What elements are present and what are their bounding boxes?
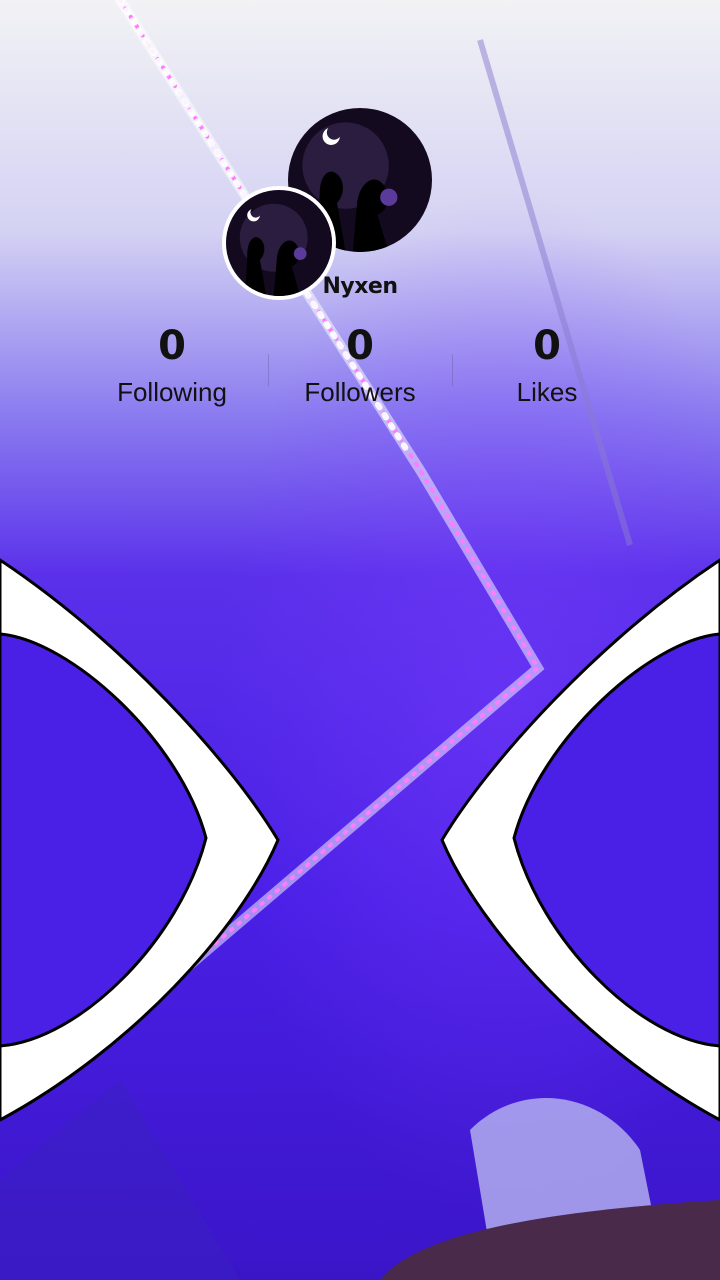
likes-label: Likes [516, 377, 578, 407]
followers-label: Followers [304, 377, 416, 407]
stat-likes[interactable]: 0 Likes [457, 322, 637, 410]
stat-followers[interactable]: 0 Followers [270, 322, 450, 410]
username: Nyxen [322, 274, 398, 299]
likes-count: 0 [533, 323, 561, 369]
followers-count: 0 [346, 323, 374, 369]
following-count: 0 [158, 323, 186, 369]
following-label: Following [117, 377, 227, 407]
stat-divider [452, 354, 453, 386]
stat-following[interactable]: 0 Following [82, 322, 262, 410]
stat-divider [268, 354, 269, 386]
